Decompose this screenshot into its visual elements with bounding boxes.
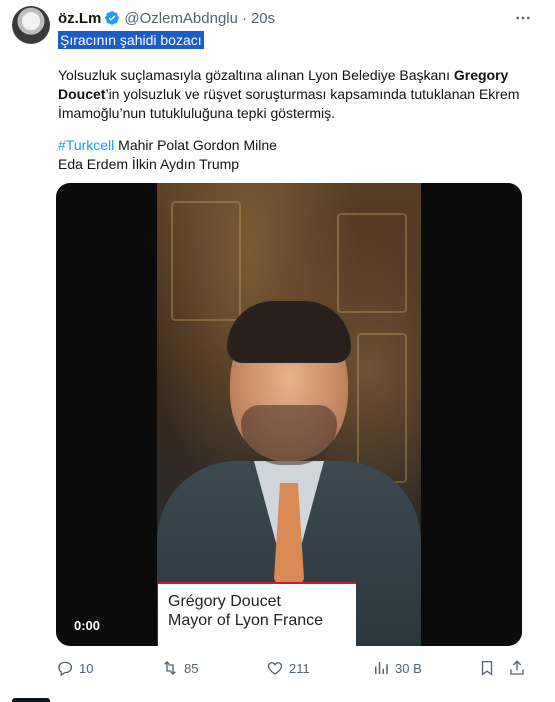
reply-button[interactable]: 10 <box>56 656 93 680</box>
hashtag-link[interactable]: #Turkcell <box>58 137 114 153</box>
tweet[interactable]: öz.Lm @OzlemAbdnglu · 20s Şıracının şahi… <box>0 0 540 702</box>
wall-panel-decoration <box>171 201 241 321</box>
tweet-tags: #Turkcell Mahir Polat Gordon Milne Eda E… <box>58 136 528 174</box>
share-icon <box>510 660 524 675</box>
views-button[interactable]: 30 B <box>372 656 422 680</box>
like-count: 211 <box>289 660 310 676</box>
tweet-actions: 10 85 211 30 B <box>56 656 526 680</box>
lower-third-title: Mayor of Lyon France <box>168 612 324 629</box>
bookmark-button[interactable] <box>478 656 501 680</box>
like-button[interactable]: 211 <box>266 656 310 680</box>
separator-dot: · <box>241 9 247 27</box>
user-handle[interactable]: @OzlemAbdnglu <box>124 10 238 27</box>
more-icon[interactable] <box>510 6 536 30</box>
retweet-count: 85 <box>184 660 199 676</box>
tweet-header: öz.Lm @OzlemAbdnglu · 20s <box>58 7 275 29</box>
retweet-icon <box>164 661 176 675</box>
avatar[interactable] <box>12 6 50 44</box>
next-tweet-avatar-edge <box>12 698 50 702</box>
tweet-body: Yolsuzluk suçlamasıyla gözaltına alınan … <box>58 66 528 123</box>
video-lower-third: Grégory Doucet Mayor of Lyon France <box>158 582 356 646</box>
speaker-hair <box>227 301 351 363</box>
selected-text: Şıracının şahidi bozacı <box>58 30 204 49</box>
reply-icon <box>58 661 73 677</box>
body-part-2: ’in yolsuzluk ve rüşvet soruşturması kap… <box>58 86 520 121</box>
share-button[interactable] <box>508 656 531 680</box>
wall-panel-decoration <box>337 213 407 313</box>
display-name[interactable]: öz.Lm <box>58 10 101 27</box>
views-icon <box>375 662 388 674</box>
reply-count: 10 <box>79 660 94 676</box>
bookmark-icon <box>481 660 493 676</box>
video-player[interactable]: Grégory Doucet Mayor of Lyon France 0:00 <box>56 183 522 646</box>
wall-panel-decoration <box>357 333 407 483</box>
lower-third-name: Grégory Doucet <box>168 593 281 610</box>
timestamp[interactable]: 20s <box>251 10 275 27</box>
body-part-1: Yolsuzluk suçlamasıyla gözaltına alınan … <box>58 67 454 83</box>
verified-badge-icon <box>105 11 120 25</box>
speaker-beard <box>241 405 337 465</box>
selected-text-line: Şıracının şahidi bozacı <box>58 30 204 49</box>
retweet-button[interactable]: 85 <box>161 656 198 680</box>
video-timecode: 0:00 <box>74 618 101 633</box>
tags-line-1-rest: Mahir Polat Gordon Milne <box>114 137 277 153</box>
heart-icon <box>267 662 283 675</box>
views-count: 30 B <box>395 660 422 676</box>
tags-line-2: Eda Erdem İlkin Aydın Trump <box>58 156 240 172</box>
video-frame[interactable] <box>157 183 421 646</box>
